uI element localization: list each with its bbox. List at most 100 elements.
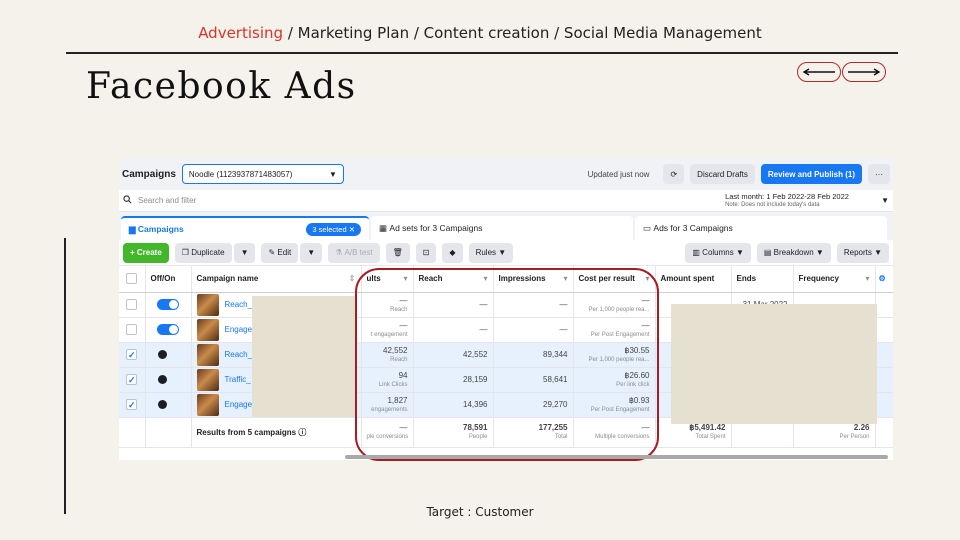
campaign-link[interactable]: Reach_ [225,300,253,309]
updated-status: Updated just now [587,169,650,179]
col-header-campaign-name-label: Campaign name [196,274,259,284]
columns-label: Columns [702,248,734,257]
level-tabs: ▆ Campaigns 3 selected ✕ ▦ Ad sets for 3… [119,212,893,240]
col-header-cost-per-result[interactable]: Cost per result ▾ [573,266,656,293]
redaction-box [671,304,877,424]
cost-cell: ฿0.93 Per Post Engagement [573,392,656,418]
edit-label: Edit [277,248,292,257]
cost-cell: ฿26.60 Per link click [573,367,656,393]
tag-icon: ◆ [449,248,456,257]
tag-button[interactable]: ◆ [442,242,463,263]
footer-caption: Target : Customer [426,505,534,519]
col-header-onoff[interactable]: Off/On [145,266,192,293]
copy-icon: ❐ [181,248,192,257]
duplicate-button[interactable]: ❐ Duplicate [174,242,232,263]
discard-drafts-button[interactable]: Discard Drafts [690,164,755,184]
col-header-reach[interactable]: Reach ▾ [413,266,494,293]
refresh-button[interactable]: ⟳ [663,164,685,184]
col-header-frequency-label: Frequency [798,274,839,284]
breakdown-button[interactable]: ▤ Breakdown ▼ [756,242,831,263]
column-settings-icon[interactable]: ⚙ [875,266,893,293]
reports-label: Reports [843,248,872,257]
selected-count-badge[interactable]: 3 selected ✕ [306,222,361,236]
date-range-picker[interactable]: Last month: 1 Feb 2022-28 Feb 2022 Note:… [725,192,877,210]
arrow-right-icon [848,68,881,76]
create-button[interactable]: + Create [123,242,169,263]
campaign-toggle[interactable] [145,292,192,318]
col-header-campaign-name[interactable]: Campaign name ⇕ [191,266,362,293]
reach-cell: 14,396 [413,392,494,418]
prev-slide-button[interactable] [797,62,841,82]
impressions-cell: — [493,317,574,343]
arrow-left-icon [802,68,835,76]
row-checkbox[interactable]: ✓ [119,367,146,393]
tab-ads-label: Ads for 3 Campaigns [653,223,733,233]
col-header-frequency[interactable]: Frequency ▾ [793,266,876,293]
duplicate-dropdown[interactable]: ▼ [233,242,256,263]
more-button[interactable]: ··· [868,164,890,184]
chevron-down-icon: ▼ [328,169,337,179]
campaign-link[interactable]: Reach_ [225,350,253,359]
trash-icon: 🗑 [392,248,403,257]
breadcrumb-active[interactable]: Advertising [198,24,283,42]
breakdown-icon: ▤ [763,248,774,257]
reach-cell: — [413,317,494,343]
next-slide-button[interactable] [842,62,886,82]
campaign-toggle[interactable] [145,342,192,368]
breadcrumb: Advertising / Marketing Plan / Content c… [0,24,960,42]
campaign-toggle[interactable] [145,367,192,393]
campaign-thumbnail [196,368,219,391]
page-title: Facebook Ads [86,66,357,107]
edit-dropdown[interactable]: ▼ [300,242,323,263]
edit-button[interactable]: ✎ Edit [261,242,299,263]
results-cell: 1,827 engagements [361,392,414,418]
col-header-amount-spent[interactable]: Amount spent [655,266,732,293]
tab-ad-sets-label: Ad sets for 3 Campaigns [389,223,483,233]
impressions-cell: 89,344 [493,342,574,368]
totals-reach: 78,591 People [413,417,494,448]
chevron-down-icon: ▼ [881,196,889,205]
campaign-thumbnail [196,343,219,366]
preview-button[interactable]: ⊡ [415,242,437,263]
review-publish-button[interactable]: Review and Publish (1) [760,164,862,184]
refresh-icon: ⟳ [670,169,678,179]
tab-campaigns[interactable]: ▆ Campaigns 3 selected ✕ [121,216,369,240]
campaign-link[interactable]: Engage [225,325,253,334]
row-checkbox[interactable]: ✓ [119,342,146,368]
columns-button[interactable]: ▥ Columns ▼ [685,242,751,263]
row-checkbox[interactable]: ✓ [119,392,146,418]
row-checkbox[interactable] [119,292,146,318]
campaign-toggle[interactable] [145,317,192,343]
col-header-cost-label: Cost per result [578,274,635,284]
account-select[interactable]: Noodle (1123937871483057) ▼ [181,164,344,184]
campaign-link[interactable]: Traffic_ [225,375,251,384]
preview-icon: ⊡ [422,248,430,257]
search-input[interactable]: Search and filter [138,196,725,205]
row-checkbox[interactable] [119,317,146,343]
horizontal-scrollbar[interactable] [345,455,888,459]
ab-test-button[interactable]: ⚗ A/B test [328,242,380,263]
col-header-impressions[interactable]: Impressions ▾ [493,266,574,293]
breakdown-label: Breakdown [773,248,814,257]
pencil-icon: ✎ [268,248,278,257]
select-all-checkbox[interactable] [119,266,146,293]
account-select-value: Noodle (1123937871483057) [188,169,293,179]
rules-button[interactable]: Rules ▼ [468,242,514,263]
col-header-reach-label: Reach [418,274,443,284]
rules-label: Rules [475,248,497,257]
header-divider [66,52,898,54]
results-cell: — t engagement [361,317,414,343]
tab-ad-sets[interactable]: ▦ Ad sets for 3 Campaigns [371,216,633,240]
delete-button[interactable]: 🗑 [385,242,410,263]
col-header-results[interactable]: ults ▾ [361,266,414,293]
campaigns-title: Campaigns [122,168,176,180]
reports-button[interactable]: Reports ▼ [836,242,889,263]
ads-topbar: Campaigns Noodle (1123937871483057) ▼ Up… [119,158,893,190]
totals-results: — ple conversions [361,417,414,448]
tab-ads[interactable]: ▭ Ads for 3 Campaigns [635,216,887,240]
campaign-link[interactable]: Engage [225,400,253,409]
info-icon[interactable]: ⓘ [298,428,306,437]
duplicate-label: Duplicate [191,248,225,257]
col-header-ends[interactable]: Ends [731,266,794,293]
campaign-toggle[interactable] [145,392,192,418]
